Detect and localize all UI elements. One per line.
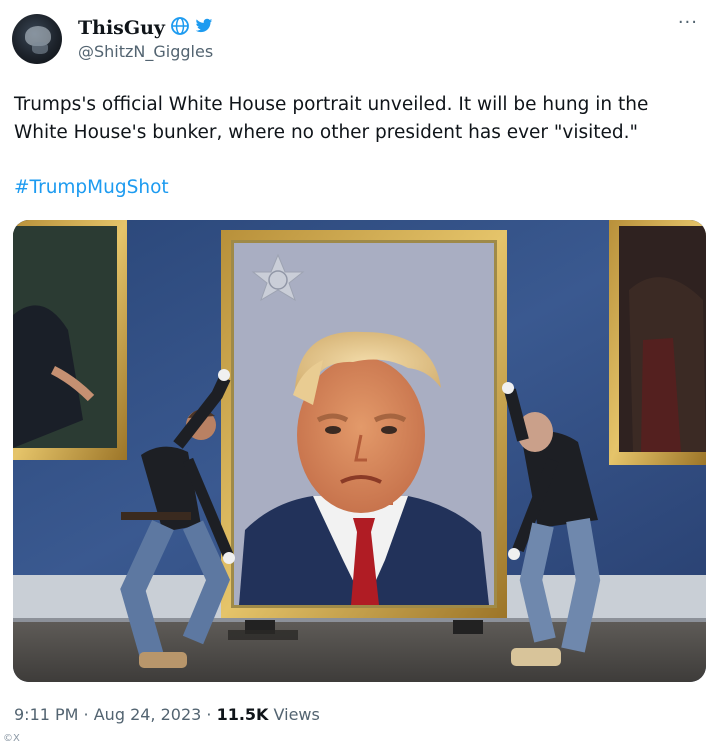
avatar[interactable] (12, 14, 62, 64)
views-label: Views (268, 705, 320, 724)
twitter-bird-icon (195, 18, 213, 38)
tweet-image[interactable] (13, 220, 706, 682)
globe-icon (170, 16, 190, 40)
tweet-date[interactable]: Aug 24, 2023 (94, 705, 202, 724)
display-name[interactable]: ThisGuy (78, 17, 165, 39)
meta-separator: · (201, 705, 217, 724)
tweet-meta: 9:11 PM · Aug 24, 2023 · 11.5K Views (14, 705, 320, 724)
views-count[interactable]: 11.5K (217, 705, 269, 724)
name-row: ThisGuy (78, 16, 213, 40)
portrait-scene-image (13, 220, 706, 682)
tweet-text-line: White House's bunker, where no other pre… (14, 122, 639, 143)
user-handle[interactable]: @ShitzN_Giggles (78, 42, 213, 61)
tweet-card: ThisGuy @ShitzN_Giggles ··· Trumps's off… (0, 0, 720, 750)
tweet-text: Trumps's official White House portrait u… (14, 91, 704, 147)
tweet-time[interactable]: 9:11 PM (14, 705, 78, 724)
avatar-figure-lower (32, 42, 48, 54)
hashtag-link[interactable]: #TrumpMugShot (14, 177, 169, 198)
meta-separator: · (78, 705, 94, 724)
tweet-text-line: Trumps's official White House portrait u… (14, 94, 649, 115)
more-icon[interactable]: ··· (678, 12, 698, 33)
watermark: ©X (3, 733, 20, 744)
